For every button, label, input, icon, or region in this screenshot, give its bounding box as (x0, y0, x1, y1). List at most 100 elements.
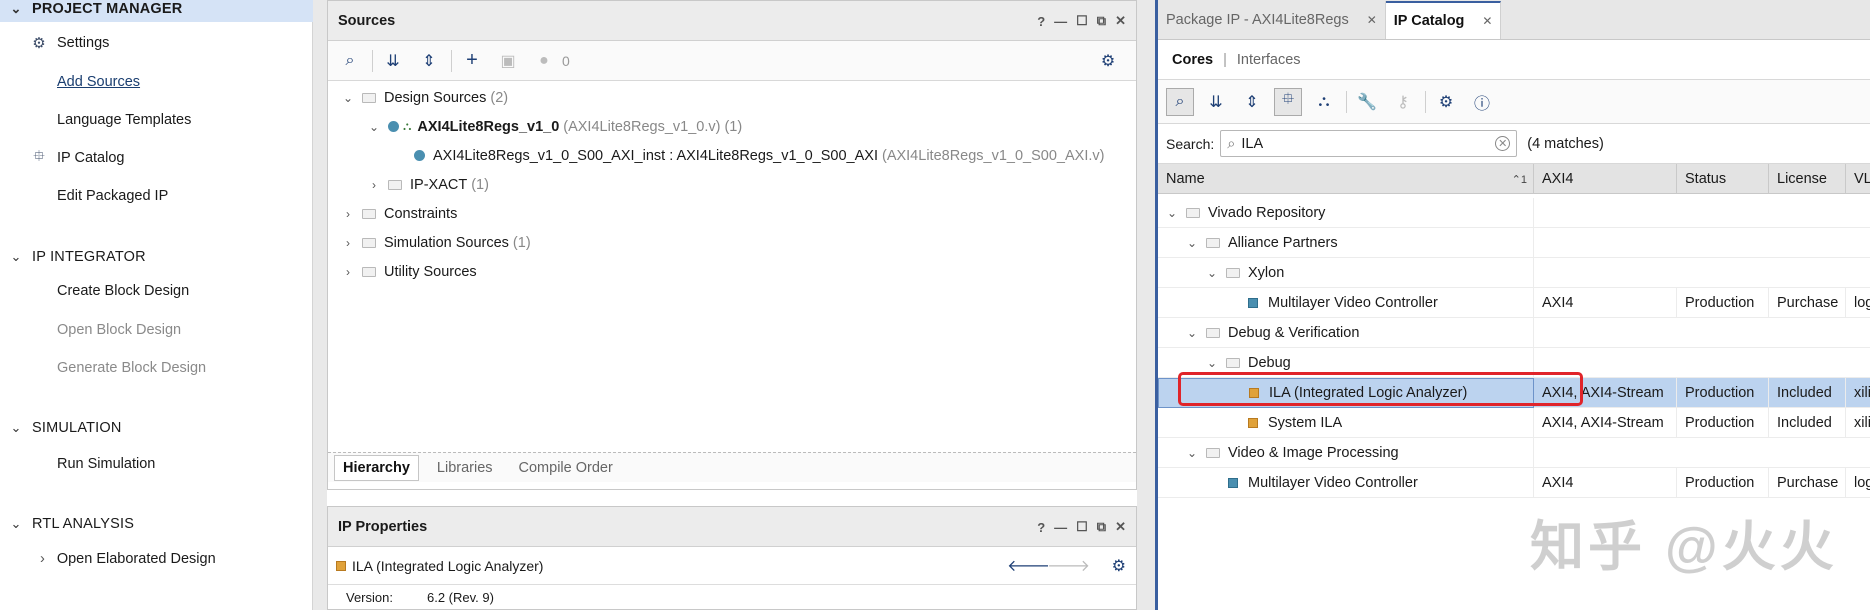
nav-open-elaborated-design[interactable]: › Open Elaborated Design (40, 546, 216, 572)
back-arrow-icon[interactable]: 🡐 (1007, 555, 1050, 576)
column-license[interactable]: License (1769, 164, 1846, 194)
filter-cores-icon[interactable]: ⯐ (1274, 87, 1302, 116)
catalog-subtabs: Cores | Interfaces (1158, 40, 1870, 80)
folder-icon (362, 208, 376, 219)
section-ip-integrator[interactable]: ⌄ IP INTEGRATOR (0, 244, 313, 270)
chevron-right-icon[interactable]: › (340, 207, 356, 221)
chevron-down-icon[interactable]: ⌄ (1184, 326, 1200, 340)
panel-title: IP Properties (338, 518, 428, 535)
help-icon[interactable]: ? (1037, 520, 1045, 535)
table-row[interactable]: ⌄ Vivado Repository (1158, 198, 1870, 228)
nav-create-block-design[interactable]: Create Block Design (57, 278, 189, 304)
close-icon[interactable]: ✕ (1367, 13, 1377, 27)
module-icon (414, 150, 425, 161)
search-icon[interactable]: ⌕ (1166, 87, 1194, 116)
tree-item-ip-xact[interactable]: › IP-XACT (1) (366, 170, 489, 199)
nav-open-block-design[interactable]: Open Block Design (57, 317, 181, 343)
tab-package-ip[interactable]: Package IP - AXI4Lite8Regs ✕ (1158, 1, 1386, 39)
expand-all-icon[interactable]: ⇕ (415, 47, 443, 75)
maximize-icon[interactable]: ☐ (1076, 519, 1088, 535)
tree-item-design-sources[interactable]: ⌄ Design Sources (2) (340, 83, 508, 112)
search-icon[interactable]: ⌕ (336, 47, 364, 75)
tree-item-utility-sources[interactable]: › Utility Sources (340, 257, 481, 286)
chevron-down-icon[interactable]: ⌄ (1184, 236, 1200, 250)
section-project-manager[interactable]: ⌄ PROJECT MANAGER (0, 0, 313, 22)
nav-ip-catalog[interactable]: ⯐ IP Catalog (33, 145, 124, 171)
add-icon[interactable]: + (458, 47, 486, 75)
tree-item-submodule[interactable]: AXI4Lite8Regs_v1_0_S00_AXI_inst : AXI4Li… (414, 141, 1104, 170)
close-icon[interactable]: ✕ (1482, 14, 1492, 28)
close-icon[interactable]: ✕ (1115, 13, 1126, 29)
nav-generate-block-design[interactable]: Generate Block Design (57, 355, 206, 381)
column-name[interactable]: Name ⌃1 (1158, 164, 1534, 194)
forward-arrow-icon[interactable]: 🡒 (1047, 555, 1090, 576)
watermark: 知乎 @火火 (1530, 517, 1838, 577)
table-row[interactable]: Multilayer Video Controller AXI4 Product… (1158, 288, 1870, 318)
chevron-right-icon[interactable]: › (366, 178, 382, 192)
sources-toolbar: ⌕ ⇊ ⇕ + ▣ ● 0 ⚙ (328, 41, 1136, 81)
section-simulation[interactable]: ⌄ SIMULATION (0, 415, 313, 441)
search-input[interactable]: ⌕ ILA ✕ (1220, 130, 1518, 157)
ip-core-icon (1248, 298, 1258, 308)
chevron-down-icon[interactable]: ⌄ (1204, 356, 1220, 370)
table-row[interactable]: ⌄ Video & Image Processing (1158, 438, 1870, 468)
ip-properties-header: IP Properties ? — ☐ ⧉ ✕ (328, 507, 1136, 547)
chevron-down-icon[interactable]: ⌄ (366, 120, 382, 134)
column-axi4[interactable]: AXI4 (1534, 164, 1677, 194)
folder-icon (1226, 358, 1240, 368)
nav-run-simulation[interactable]: Run Simulation (57, 451, 155, 477)
tab-ip-catalog[interactable]: IP Catalog ✕ (1385, 1, 1502, 39)
properties-icon[interactable]: ▣ (494, 47, 522, 75)
collapse-all-icon[interactable]: ⇊ (1202, 88, 1230, 116)
tab-hierarchy[interactable]: Hierarchy (334, 454, 419, 481)
chip-settings-icon[interactable]: ⚙ (1432, 88, 1460, 116)
chevron-down-icon[interactable]: ⌄ (1184, 446, 1200, 460)
gear-icon[interactable]: ⚙ (1112, 556, 1126, 576)
column-vlnv[interactable]: VL (1846, 164, 1870, 194)
wrench-icon[interactable]: 🔧 (1353, 88, 1381, 116)
collapse-all-icon[interactable]: ⇊ (379, 47, 407, 75)
splitter[interactable] (313, 0, 327, 610)
hierarchy-icon[interactable]: ⛬ (1310, 88, 1338, 116)
nav-language-templates[interactable]: Language Templates (57, 107, 191, 133)
float-icon[interactable]: ⧉ (1097, 13, 1106, 29)
chevron-down-icon[interactable]: ⌄ (1164, 206, 1180, 220)
tab-libraries[interactable]: Libraries (429, 456, 501, 480)
tab-cores[interactable]: Cores (1172, 52, 1213, 68)
tab-interfaces[interactable]: Interfaces (1237, 52, 1301, 68)
nav-edit-packaged-ip[interactable]: Edit Packaged IP (57, 183, 168, 209)
tree-item-simulation-sources[interactable]: › Simulation Sources (1) (340, 228, 531, 257)
table-row[interactable]: Multilayer Video Controller AXI4 Product… (1158, 468, 1870, 498)
folder-icon (388, 179, 402, 190)
float-icon[interactable]: ⧉ (1097, 519, 1106, 535)
table-row[interactable]: System ILA AXI4, AXI4-Stream Production … (1158, 408, 1870, 438)
gear-icon[interactable]: ⚙ (1094, 47, 1122, 75)
tab-compile-order[interactable]: Compile Order (511, 456, 621, 480)
chevron-down-icon[interactable]: ⌄ (340, 91, 356, 105)
minimize-icon[interactable]: — (1054, 14, 1067, 29)
nav-add-sources[interactable]: Add Sources (57, 69, 140, 95)
maximize-icon[interactable]: ☐ (1076, 13, 1088, 29)
chevron-right-icon[interactable]: › (340, 265, 356, 279)
chevron-down-icon: ⌄ (10, 420, 22, 435)
clear-search-icon[interactable]: ✕ (1495, 136, 1511, 151)
splitter[interactable] (1137, 0, 1155, 610)
help-icon[interactable]: ? (1037, 14, 1045, 29)
catalog-search-row: Search: ⌕ ILA ✕ (4 matches) (1158, 124, 1870, 164)
section-rtl-analysis[interactable]: ⌄ RTL ANALYSIS (0, 511, 313, 537)
table-row[interactable]: ⌄ Debug & Verification (1158, 318, 1870, 348)
column-status[interactable]: Status (1677, 164, 1769, 194)
hierarchy-icon: ⛬ (403, 119, 412, 133)
minimize-icon[interactable]: — (1054, 520, 1067, 535)
info-icon[interactable]: ⓘ (1468, 88, 1496, 116)
expand-all-icon[interactable]: ⇕ (1238, 88, 1266, 116)
chevron-down-icon[interactable]: ⌄ (1204, 266, 1220, 280)
close-icon[interactable]: ✕ (1115, 519, 1126, 535)
table-row[interactable]: ⌄ Alliance Partners (1158, 228, 1870, 258)
tree-item-constraints[interactable]: › Constraints (340, 199, 461, 228)
key-icon[interactable]: ⚷ (1389, 88, 1417, 116)
chevron-right-icon[interactable]: › (340, 236, 356, 250)
nav-settings[interactable]: ⚙ Settings (32, 30, 109, 56)
tree-item-top-module[interactable]: ⌄ ⛬ AXI4Lite8Regs_v1_0 (AXI4Lite8Regs_v1_0.… (366, 112, 742, 141)
table-row[interactable]: ⌄ Xylon (1158, 258, 1870, 288)
